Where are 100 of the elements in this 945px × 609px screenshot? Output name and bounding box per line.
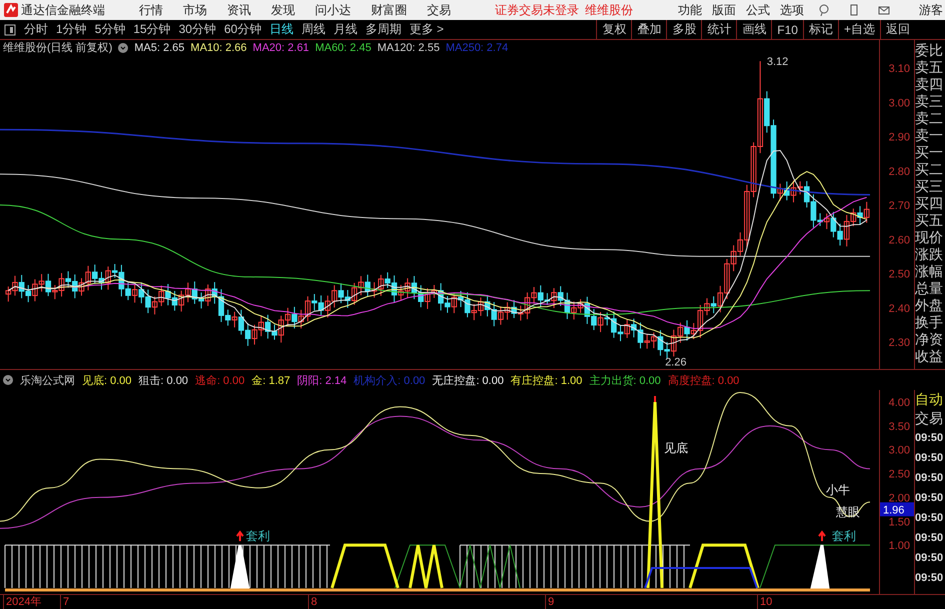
- signal-label: 见底: [664, 441, 688, 455]
- date-axis-label: 7: [60, 595, 70, 609]
- signal-label: 套利: [246, 529, 270, 543]
- menu-item[interactable]: 公式: [746, 2, 770, 18]
- date-axis-label: 2024年: [3, 595, 42, 609]
- period-tab[interactable]: 更多 >: [405, 21, 448, 38]
- trade-header: 交易: [915, 409, 944, 428]
- period-tab[interactable]: 15分钟: [129, 21, 175, 38]
- toolbar-button[interactable]: 复权: [596, 20, 632, 39]
- indicator-legend-item: 狙击: 0.00: [138, 374, 188, 388]
- toolbar-button[interactable]: F10: [771, 20, 803, 39]
- stock-name: 维维股份: [585, 2, 633, 18]
- quote-label: 买三: [915, 178, 944, 195]
- trade-time: 09:50: [915, 551, 944, 566]
- indicator-legend-item: 金: 1.87: [252, 374, 290, 388]
- quote-label: 外盘: [915, 297, 944, 314]
- toolbar-button[interactable]: 统计: [701, 20, 736, 39]
- quote-label: 现价: [915, 229, 944, 246]
- menu-item[interactable]: 行情: [139, 2, 163, 18]
- menu-item[interactable]: 交易: [427, 2, 451, 18]
- price-axis-label: 3.10: [888, 63, 910, 75]
- cursor-value-label: 1.96: [880, 502, 914, 516]
- settings-icon[interactable]: [118, 42, 128, 53]
- price-axis-label: 2.90: [888, 132, 910, 144]
- ma-legend-item: MA20: 2.61: [252, 42, 310, 54]
- price-axis-label: 2.60: [888, 234, 910, 246]
- menu-item[interactable]: 市场: [183, 2, 207, 18]
- login-status[interactable]: 证券交易未登录: [495, 2, 579, 18]
- period-tab[interactable]: 日线: [265, 21, 298, 38]
- period-tab[interactable]: 月线: [329, 21, 362, 38]
- chart-title: 维维股份(日线 前复权): [3, 40, 112, 56]
- quote-label: 净资: [915, 331, 944, 348]
- trade-time: 09:50: [915, 531, 944, 546]
- indicator-legend-item: 有庄控盘: 1.00: [510, 374, 582, 388]
- indicator-legend-item: 高度控盘: 0.00: [668, 374, 740, 388]
- toolbar-button[interactable]: +自选: [838, 20, 880, 39]
- ma-legend-item: MA250: 2.74: [446, 42, 508, 54]
- date-axis-label: 8: [308, 595, 318, 609]
- trade-time: 09:50: [915, 491, 944, 506]
- menu-item[interactable]: 发现: [271, 2, 295, 18]
- menu-item[interactable]: 问小达: [315, 2, 351, 18]
- panel-toggle-icon[interactable]: [4, 24, 16, 36]
- indicator-legend-item: 主力出货: 0.00: [589, 374, 661, 388]
- price-axis-label: 2.40: [888, 302, 910, 315]
- menu-item[interactable]: 财富圈: [371, 2, 407, 18]
- menu-item[interactable]: 选项: [780, 2, 804, 18]
- toolbar-button[interactable]: 标记: [802, 20, 838, 39]
- indicator-axis-label: 2.00: [888, 492, 910, 504]
- signal-label: 套利: [832, 529, 856, 543]
- ma-legend-item: MA10: 2.66: [190, 42, 247, 54]
- trade-time: 09:50: [915, 451, 944, 466]
- quote-label: 涨幅: [915, 263, 944, 280]
- quote-label: 买五: [915, 212, 944, 229]
- indicator-axis-label: 3.00: [888, 444, 910, 457]
- trade-time: 09:50: [915, 511, 944, 526]
- menu-item[interactable]: 资讯: [227, 2, 251, 18]
- period-tab[interactable]: 分时: [20, 21, 52, 38]
- quote-label: 卖一: [915, 127, 944, 144]
- quote-label: 换手: [915, 314, 944, 331]
- period-tab[interactable]: 60分钟: [220, 21, 266, 38]
- menu-item[interactable]: 功能: [678, 2, 702, 18]
- user-name[interactable]: 游客: [919, 2, 943, 18]
- period-tab[interactable]: 多周期: [361, 21, 406, 38]
- toolbar-button[interactable]: 多股: [666, 20, 702, 39]
- indicator-legend-item: 无庄控盘: 0.00: [432, 374, 504, 388]
- quote-label: 总量: [915, 280, 944, 297]
- period-tab[interactable]: 5分钟: [90, 21, 130, 38]
- signal-label: 小牛: [826, 483, 850, 497]
- price-axis-label: 2.50: [888, 268, 910, 280]
- toolbar-button[interactable]: 返回: [880, 20, 915, 39]
- quote-label: 买二: [915, 161, 944, 178]
- quote-label: 卖二: [915, 110, 944, 127]
- menu-item[interactable]: 版面: [712, 2, 736, 18]
- toolbar-button[interactable]: 画线: [736, 20, 772, 39]
- indicator-title: 乐淘公式网: [20, 374, 75, 388]
- period-tab[interactable]: 1分钟: [52, 21, 91, 38]
- trade-time: 09:50: [915, 471, 944, 486]
- trade-header: 自动: [915, 390, 944, 409]
- low-price-label: 2.26: [665, 356, 686, 369]
- settings-icon[interactable]: [3, 375, 13, 385]
- trade-time: 09:50: [915, 571, 944, 586]
- toolbar-button[interactable]: 叠加: [631, 20, 666, 39]
- indicator-legend-item: 阴阳: 2.14: [297, 374, 347, 388]
- quote-label: 卖三: [915, 93, 944, 110]
- quote-label: 买一: [915, 144, 944, 161]
- quote-label: 卖五: [915, 59, 944, 76]
- quote-label: 涨跌: [915, 246, 944, 263]
- period-tab[interactable]: 30分钟: [174, 21, 220, 38]
- indicator-axis-label: 4.00: [888, 397, 910, 409]
- app-logo-icon: [4, 3, 18, 17]
- high-price-label: 3.12: [766, 56, 788, 68]
- quote-label: 委比: [915, 42, 944, 59]
- indicator-legend-item: 机构介入: 0.00: [354, 374, 426, 388]
- ma-legend-item: MA120: 2.55: [377, 42, 440, 54]
- indicator-legend-item: 见底: 0.00: [82, 374, 132, 388]
- indicator-legend-item: 逃命: 0.00: [195, 374, 245, 388]
- period-tab[interactable]: 周线: [297, 21, 330, 38]
- mail-icon[interactable]: [878, 4, 890, 16]
- price-axis-label: 2.70: [888, 200, 910, 212]
- indicator-axis-label: 1.50: [888, 516, 910, 528]
